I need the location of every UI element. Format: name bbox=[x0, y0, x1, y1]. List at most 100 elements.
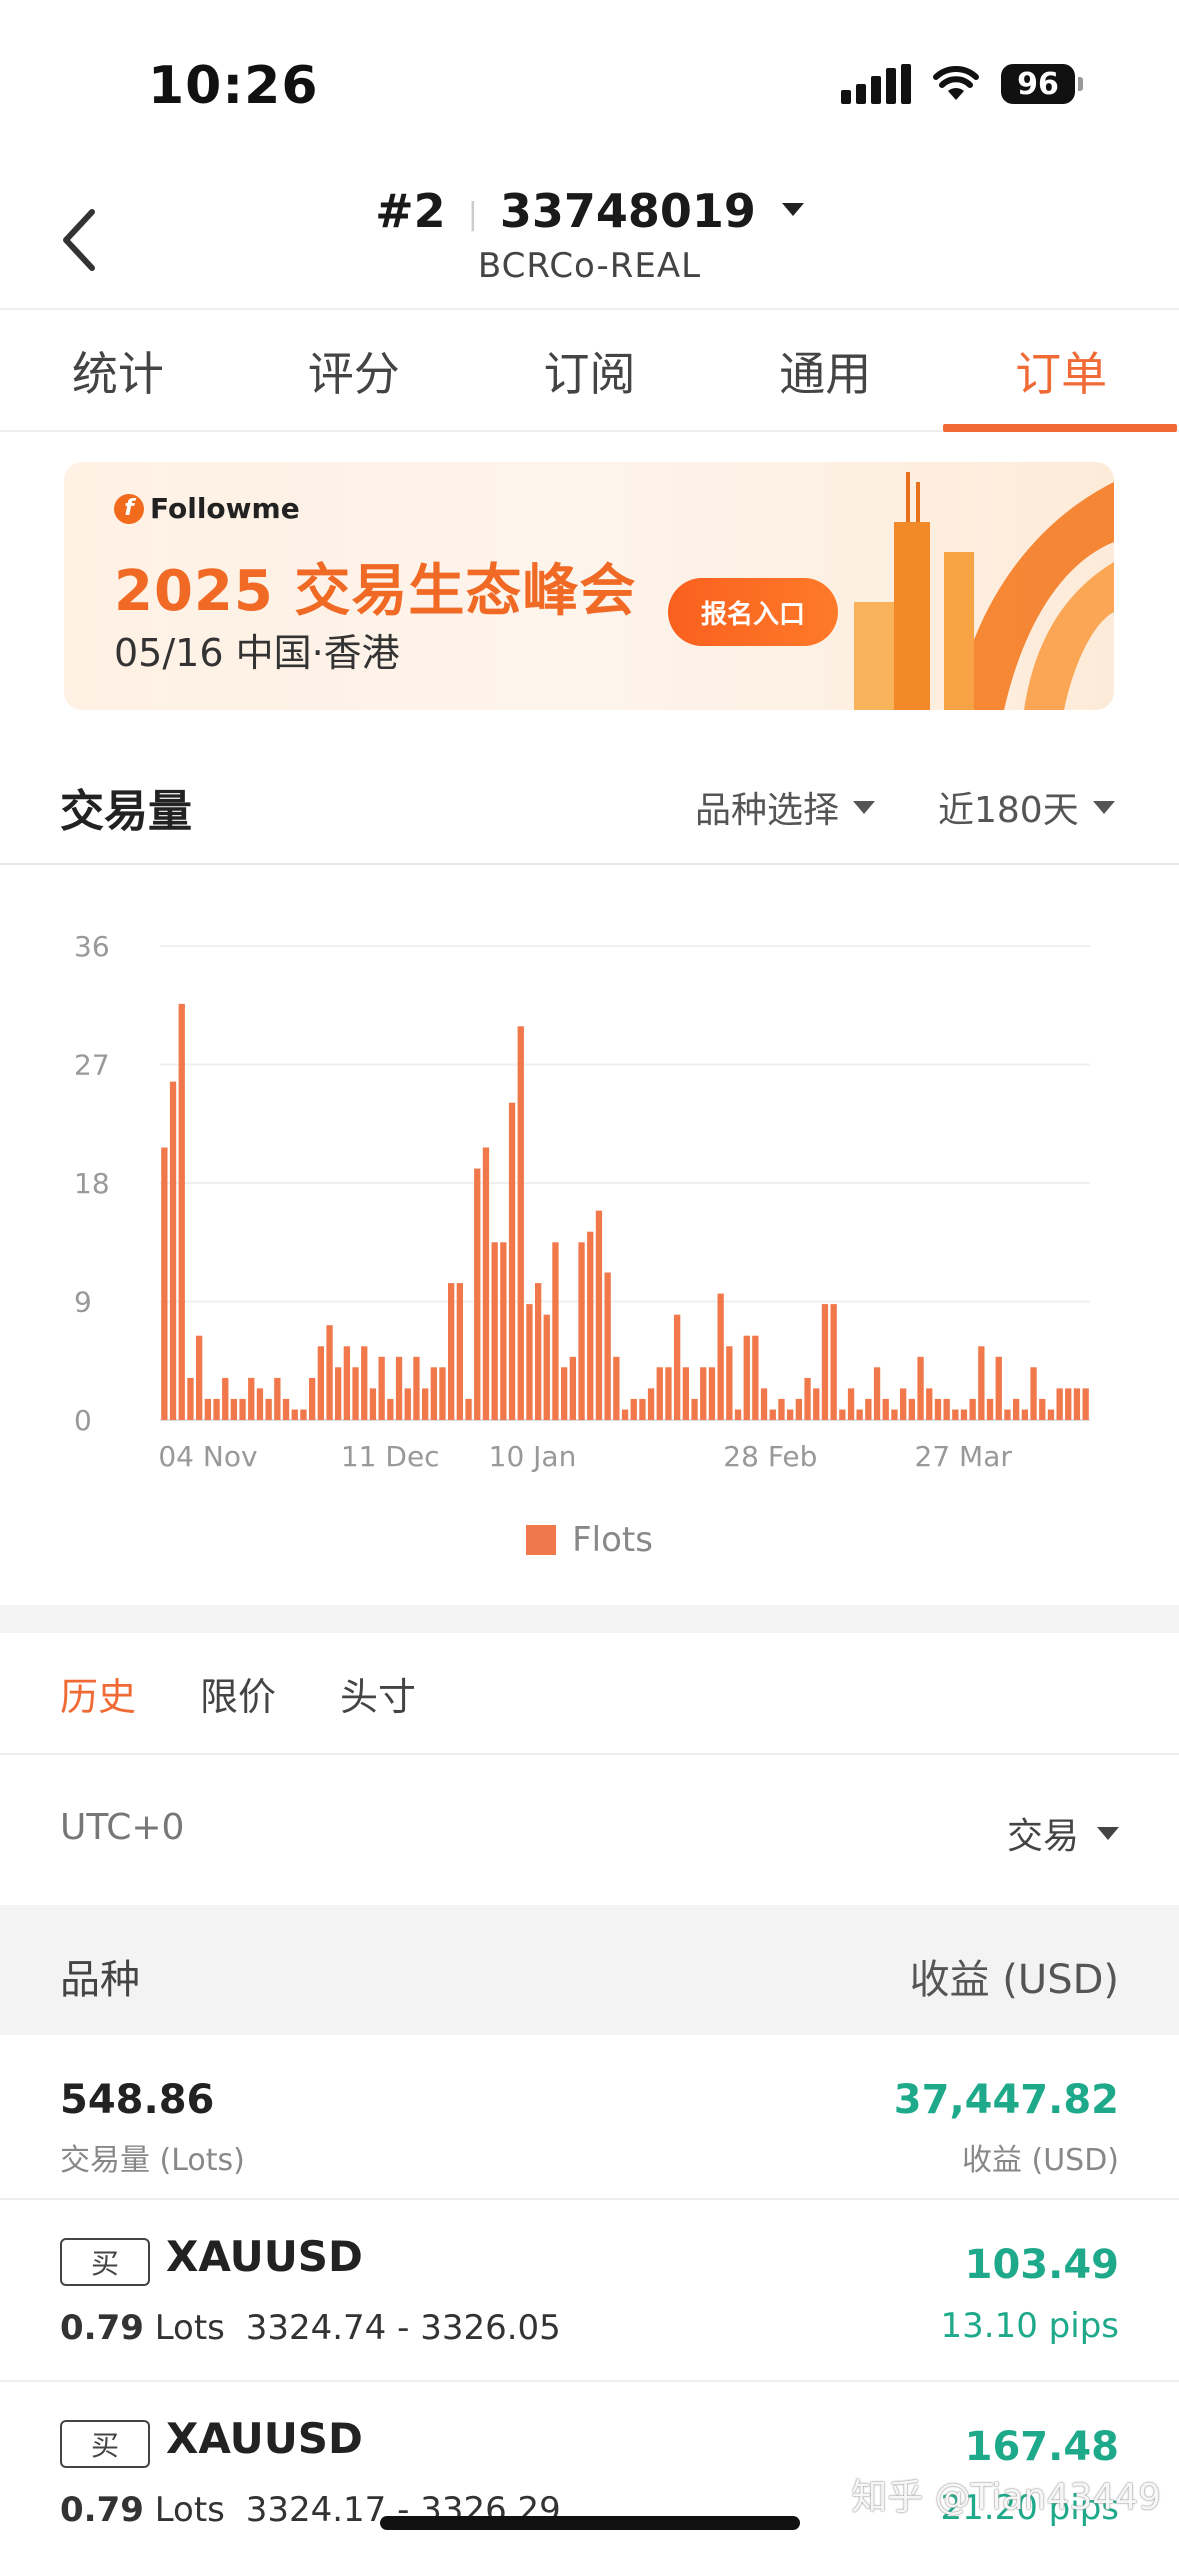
chart-bar[interactable] bbox=[196, 1335, 203, 1420]
chart-bar[interactable] bbox=[647, 1388, 655, 1420]
chart-bar[interactable] bbox=[482, 1147, 490, 1421]
chart-bar[interactable] bbox=[986, 1398, 994, 1420]
chart-bar[interactable] bbox=[1047, 1409, 1055, 1421]
subtab-history[interactable]: 历史 bbox=[60, 1666, 136, 1721]
chart-bar[interactable] bbox=[552, 1242, 559, 1421]
chart-bar[interactable] bbox=[839, 1409, 846, 1421]
chart-bar[interactable] bbox=[1004, 1409, 1011, 1421]
chart-bar[interactable] bbox=[639, 1398, 646, 1420]
chart-bar[interactable] bbox=[943, 1398, 950, 1420]
chart-bar[interactable] bbox=[630, 1398, 637, 1420]
chart-bar[interactable] bbox=[395, 1356, 403, 1420]
chart-bar[interactable] bbox=[1073, 1388, 1081, 1420]
chart-bar[interactable] bbox=[343, 1346, 350, 1420]
chart-bar[interactable] bbox=[335, 1367, 342, 1420]
chart-bar[interactable] bbox=[717, 1293, 724, 1420]
chart-bar[interactable] bbox=[769, 1409, 776, 1421]
chart-bar[interactable] bbox=[856, 1409, 863, 1421]
chart-bar[interactable] bbox=[734, 1409, 742, 1421]
chart-bar[interactable] bbox=[352, 1367, 359, 1420]
chart-bar[interactable] bbox=[291, 1409, 298, 1421]
chart-bar[interactable] bbox=[491, 1242, 498, 1421]
chart-bar[interactable] bbox=[265, 1398, 272, 1420]
chart-bar[interactable] bbox=[813, 1388, 820, 1420]
chart-bar[interactable] bbox=[569, 1356, 576, 1420]
chart-bar[interactable] bbox=[543, 1314, 550, 1420]
chart-bar[interactable] bbox=[1021, 1409, 1028, 1421]
trade-type-dropdown[interactable]: 交易 bbox=[1007, 1807, 1119, 1859]
chart-bar[interactable] bbox=[795, 1398, 802, 1420]
chart-bar[interactable] bbox=[621, 1409, 629, 1421]
chart-bar[interactable] bbox=[578, 1242, 585, 1421]
chart-bar[interactable] bbox=[326, 1325, 333, 1420]
chart-bar[interactable] bbox=[752, 1335, 759, 1420]
chart-bar[interactable] bbox=[535, 1283, 542, 1420]
tab-rating[interactable]: 评分 bbox=[236, 312, 472, 430]
home-indicator[interactable] bbox=[380, 2516, 800, 2530]
chart-bar[interactable] bbox=[865, 1398, 872, 1420]
chart-bar[interactable] bbox=[169, 1081, 177, 1420]
chart-bar[interactable] bbox=[908, 1398, 915, 1420]
chart-bar[interactable] bbox=[500, 1242, 507, 1421]
chart-bar[interactable] bbox=[230, 1398, 237, 1420]
chart-bar[interactable] bbox=[508, 1102, 516, 1420]
subtab-limit[interactable]: 限价 bbox=[200, 1666, 276, 1721]
chart-bar[interactable] bbox=[422, 1388, 429, 1420]
chart-bar[interactable] bbox=[682, 1367, 689, 1420]
chart-bar[interactable] bbox=[448, 1283, 455, 1420]
tab-subscription[interactable]: 订阅 bbox=[472, 312, 708, 430]
chart-bar[interactable] bbox=[830, 1304, 837, 1420]
subtab-positions[interactable]: 头寸 bbox=[340, 1666, 416, 1721]
chart-bar[interactable] bbox=[900, 1388, 907, 1420]
chart-bar[interactable] bbox=[222, 1377, 229, 1420]
chart-bar[interactable] bbox=[882, 1398, 889, 1420]
promo-banner[interactable]: f Followme 2025 交易生态峰会 05/16 中国·香港 报名入口 bbox=[64, 462, 1114, 710]
chart-bar[interactable] bbox=[456, 1283, 463, 1420]
chart-bar[interactable] bbox=[378, 1356, 385, 1420]
chart-bar[interactable] bbox=[309, 1377, 316, 1420]
chart-bar[interactable] bbox=[873, 1367, 881, 1420]
chart-bar[interactable] bbox=[587, 1231, 594, 1420]
chart-bar[interactable] bbox=[743, 1335, 750, 1420]
chart-bar[interactable] bbox=[404, 1388, 411, 1420]
chart-bar[interactable] bbox=[369, 1388, 377, 1420]
chart-bar[interactable] bbox=[439, 1367, 446, 1420]
chart-bar[interactable] bbox=[804, 1377, 811, 1420]
chart-bar[interactable] bbox=[526, 1304, 533, 1420]
symbol-filter-dropdown[interactable]: 品种选择 bbox=[695, 781, 876, 833]
chart-bar[interactable] bbox=[430, 1367, 437, 1420]
chart-bar[interactable] bbox=[517, 1026, 524, 1420]
chart-bar[interactable] bbox=[413, 1356, 420, 1420]
chart-bar[interactable] bbox=[934, 1398, 942, 1420]
chart-bar[interactable] bbox=[213, 1398, 220, 1420]
chart-bar[interactable] bbox=[604, 1272, 611, 1421]
chart-bar[interactable] bbox=[1065, 1388, 1072, 1420]
chart-bar[interactable] bbox=[978, 1346, 985, 1420]
chart-bar[interactable] bbox=[995, 1356, 1002, 1420]
chart-bar[interactable] bbox=[613, 1356, 620, 1420]
chart-bar[interactable] bbox=[656, 1367, 663, 1420]
chart-bar[interactable] bbox=[952, 1409, 959, 1421]
chart-bar[interactable] bbox=[178, 1003, 185, 1420]
chart-bar[interactable] bbox=[969, 1398, 976, 1420]
chart-bar[interactable] bbox=[674, 1314, 681, 1420]
chart-bar[interactable] bbox=[474, 1168, 481, 1421]
chart-bar[interactable] bbox=[361, 1346, 368, 1420]
chart-bar[interactable] bbox=[691, 1398, 698, 1420]
chart-bar[interactable] bbox=[248, 1377, 255, 1420]
account-selector[interactable]: #2 | 33748019 bbox=[0, 184, 1179, 238]
chart-bar[interactable] bbox=[760, 1388, 768, 1420]
chart-bar[interactable] bbox=[1056, 1388, 1063, 1420]
chart-bar[interactable] bbox=[595, 1210, 603, 1420]
chart-bar[interactable] bbox=[1030, 1367, 1037, 1420]
chart-bar[interactable] bbox=[387, 1398, 394, 1420]
chart-bar[interactable] bbox=[282, 1398, 290, 1420]
chart-bar[interactable] bbox=[960, 1409, 968, 1421]
chart-bar[interactable] bbox=[256, 1388, 264, 1420]
chart-bar[interactable] bbox=[317, 1346, 324, 1420]
order-row[interactable]: 买 XAUUSD 0.79 Lots 3324.74 - 3326.05 103… bbox=[0, 2202, 1179, 2382]
chart-bar[interactable] bbox=[665, 1367, 672, 1420]
chart-bar[interactable] bbox=[204, 1398, 211, 1420]
chart-bar[interactable] bbox=[787, 1409, 794, 1421]
chart-bar[interactable] bbox=[300, 1409, 307, 1421]
